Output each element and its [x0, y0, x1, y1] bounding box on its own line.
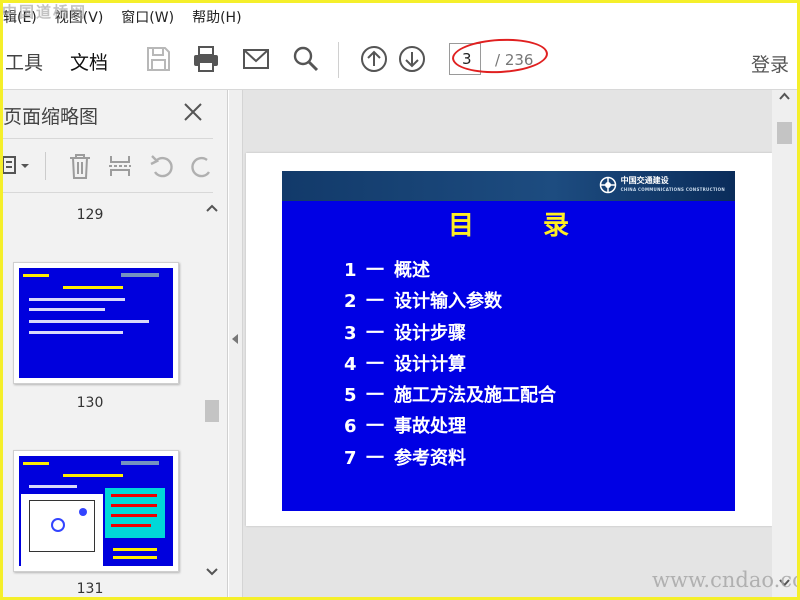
extract-icon[interactable]	[107, 152, 133, 180]
next-page-icon[interactable]	[397, 44, 427, 74]
panel-title: 页面缩略图	[3, 106, 99, 128]
toc-item: 2 一设计输入参数	[344, 291, 502, 313]
redo-icon[interactable]	[189, 152, 215, 180]
thumbnail-label: 129	[76, 207, 104, 223]
logo-icon	[599, 176, 616, 194]
document-page: 中国交通建设 CHINA COMMUNICATIONS CONSTRUCTION…	[246, 153, 772, 526]
toc-item: 3 一设计步骤	[344, 322, 466, 344]
slide: 中国交通建设 CHINA COMMUNICATIONS CONSTRUCTION…	[282, 171, 735, 511]
delete-icon[interactable]	[67, 152, 93, 180]
toolbar-separator	[338, 42, 339, 78]
logo-text: 中国交通建设 CHINA COMMUNICATIONS CONSTRUCTION	[620, 176, 725, 192]
panel-collapse-bar[interactable]	[229, 90, 243, 597]
panel-divider	[3, 192, 213, 193]
toc-item: 6 一事故处理	[344, 416, 466, 438]
scroll-up-icon[interactable]	[772, 90, 797, 104]
scroll-up-icon[interactable]	[202, 202, 222, 214]
toc-item: 5 一施工方法及施工配合	[344, 385, 556, 407]
tool-separator	[45, 152, 46, 180]
menu-help[interactable]: 帮助(H)	[192, 7, 241, 27]
prev-page-icon[interactable]	[359, 44, 389, 74]
scroll-down-icon[interactable]	[202, 566, 222, 578]
thumbnail-panel: 页面缩略图 129 130 131	[3, 90, 228, 597]
thumbnail-options-icon[interactable]	[3, 154, 33, 178]
watermark-bottom: www.cndao.com	[652, 568, 800, 592]
watermark-top: 中国道桥网	[2, 3, 88, 21]
close-icon[interactable]	[181, 100, 205, 124]
tab-tools[interactable]: 工具	[5, 48, 43, 75]
collapse-arrow-icon	[232, 334, 238, 344]
undo-icon[interactable]	[149, 152, 175, 180]
toc-item: 7 一参考资料	[344, 447, 466, 469]
panel-divider	[3, 138, 213, 139]
tab-document[interactable]: 文档	[70, 48, 108, 75]
panel-toolbar	[3, 146, 213, 186]
scrollbar-thumb[interactable]	[205, 400, 219, 422]
thumbnail-label: 131	[76, 581, 104, 597]
company-logo: 中国交通建设 CHINA COMMUNICATIONS CONSTRUCTION	[599, 176, 725, 194]
thumbnail-page-131[interactable]	[13, 450, 179, 572]
scrollbar-thumb[interactable]	[777, 122, 792, 144]
email-icon[interactable]	[241, 44, 271, 74]
document-scrollbar[interactable]	[772, 90, 797, 597]
slide-title: 目 录	[447, 211, 600, 241]
toolbar: 工具 文档 3 / 236 登录	[3, 30, 797, 90]
document-view: 中国交通建设 CHINA COMMUNICATIONS CONSTRUCTION…	[229, 90, 797, 597]
thumbnail-page-130[interactable]	[13, 262, 179, 384]
thumbnail-diagram	[21, 494, 103, 566]
menu-window[interactable]: 窗口(W)	[121, 7, 174, 27]
login-button[interactable]: 登录	[751, 50, 789, 77]
thumbnail-label: 130	[76, 395, 104, 411]
toc-item: 1 一概述	[344, 260, 430, 281]
slide-header: 中国交通建设 CHINA COMMUNICATIONS CONSTRUCTION	[282, 171, 735, 201]
save-icon[interactable]	[143, 44, 173, 74]
print-icon[interactable]	[191, 44, 221, 74]
thumbnail-callout	[105, 488, 165, 538]
thumbnail-scrollbar[interactable]	[202, 202, 222, 587]
menu-bar: 辑(E) 视图(V) 窗口(W) 帮助(H)	[3, 3, 797, 30]
thumbnail-preview	[19, 456, 173, 566]
thumbnail-preview	[19, 268, 173, 378]
search-icon[interactable]	[291, 44, 321, 74]
table-of-contents: 1 一概述 2 一设计输入参数 3 一设计步骤 4 一设计计算 5 一施工方法及施工配合 …	[344, 255, 556, 474]
toc-item: 4 一设计计算	[344, 353, 466, 375]
